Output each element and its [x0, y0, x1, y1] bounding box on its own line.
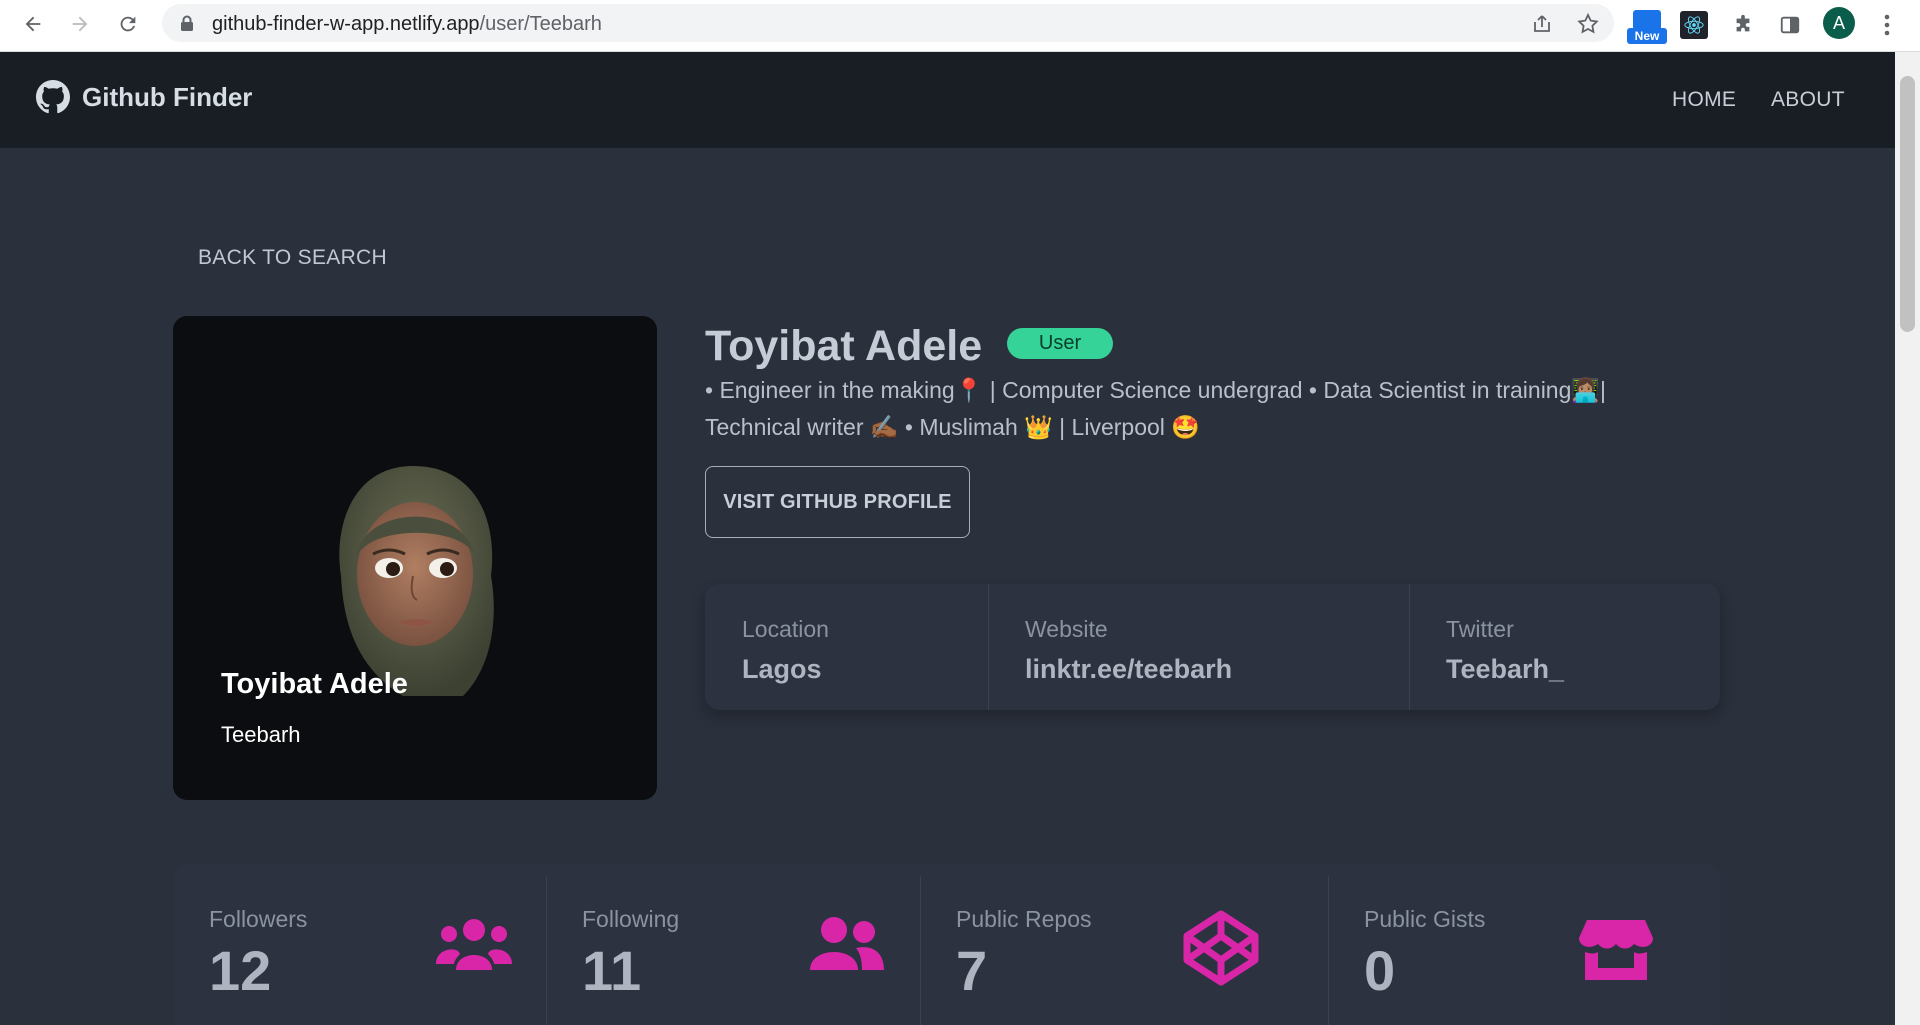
detail-twitter: Twitter Teebarh_ — [1409, 584, 1720, 710]
website-link[interactable]: linktr.ee/teebarh — [1025, 654, 1232, 685]
store-icon — [1579, 920, 1653, 980]
detail-value: Lagos — [742, 654, 822, 684]
url-text: github-finder-w-app.netlify.app/user/Tee… — [212, 13, 602, 35]
nav-home-link[interactable]: HOME — [1672, 88, 1736, 112]
stat-title: Public Repos — [956, 906, 1092, 932]
stat-title: Followers — [209, 906, 308, 932]
reload-icon[interactable] — [113, 9, 143, 39]
twitter-link[interactable]: Teebarh_ — [1446, 654, 1564, 685]
stat-followers: Followers 12 — [173, 864, 546, 1025]
detail-title: Website — [1025, 616, 1108, 642]
stat-title: Following — [582, 906, 680, 932]
profile-details: Location Lagos Website linktr.ee/teebarh… — [705, 584, 1720, 710]
react-devtools-icon[interactable] — [1680, 11, 1708, 39]
profile-counts: Followers 12 Following 11 Public Repos 7 — [173, 864, 1720, 1025]
stat-value: 7 — [956, 939, 988, 1002]
back-arrow-icon[interactable] — [18, 9, 48, 39]
stat-public-repos: Public Repos 7 — [920, 864, 1328, 1025]
brand-title: Github Finder — [82, 81, 253, 112]
profile-card: Toyibat Adele Teebarh — [173, 316, 657, 800]
user-avatar-image — [339, 466, 494, 696]
profile-bio: • Engineer in the making📍 | Computer Sci… — [705, 377, 1606, 440]
address-bar[interactable]: github-finder-w-app.netlify.app/user/Tee… — [162, 4, 1614, 42]
stat-value: 11 — [582, 939, 642, 1002]
extensions-puzzle-icon[interactable] — [1728, 10, 1758, 40]
stat-value: 0 — [1364, 939, 1396, 1002]
kebab-menu-icon[interactable] — [1872, 10, 1902, 40]
stat-public-gists: Public Gists 0 — [1328, 864, 1720, 1025]
nav-about-link[interactable]: ABOUT — [1771, 88, 1845, 112]
share-icon[interactable] — [1530, 12, 1554, 36]
profile-avatar[interactable]: A — [1823, 7, 1855, 39]
card-login: Teebarh — [221, 722, 301, 747]
visit-github-profile-button[interactable]: VISIT GITHUB PROFILE — [705, 466, 970, 538]
github-logo-icon — [36, 80, 70, 114]
back-to-search-link[interactable]: BACK TO SEARCH — [198, 246, 387, 270]
user-type-badge: User — [1007, 328, 1113, 359]
detail-title: Location — [742, 616, 829, 642]
bookmark-star-icon[interactable] — [1576, 12, 1600, 36]
stat-title: Public Gists — [1364, 906, 1486, 932]
page-scrollbar[interactable] — [1895, 52, 1920, 1025]
card-name: Toyibat Adele — [221, 668, 408, 700]
detail-location: Location Lagos — [705, 584, 988, 710]
browser-toolbar: github-finder-w-app.netlify.app/user/Tee… — [0, 0, 1920, 52]
screen-capture-extension[interactable]: New — [1627, 10, 1667, 44]
detail-title: Twitter — [1446, 616, 1514, 642]
users-group-icon — [436, 919, 512, 970]
scrollbar-thumb[interactable] — [1900, 76, 1915, 332]
app-navbar: Github Finder HOME ABOUT — [0, 52, 1895, 148]
stat-following: Following 11 — [546, 864, 920, 1025]
forward-arrow-icon[interactable] — [65, 9, 95, 39]
brand[interactable]: Github Finder — [36, 80, 252, 114]
profile-name: Toyibat Adele — [705, 322, 983, 370]
detail-website: Website linktr.ee/teebarh — [988, 584, 1409, 710]
stat-value: 12 — [209, 939, 272, 1002]
lock-icon — [181, 15, 193, 31]
side-panel-icon[interactable] — [1775, 10, 1805, 40]
codepen-icon — [1183, 910, 1259, 986]
new-badge-label: New — [1627, 28, 1667, 44]
user-friends-icon — [810, 917, 884, 970]
